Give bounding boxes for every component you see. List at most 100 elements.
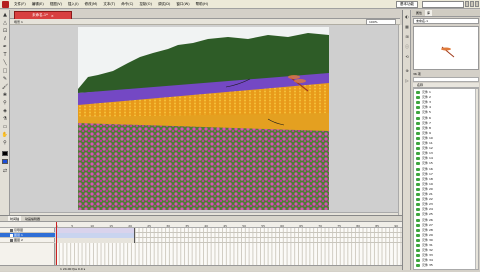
library-item[interactable]: 元件 6	[415, 116, 475, 121]
close-button[interactable]	[475, 1, 479, 7]
library-item[interactable]: 元件 34	[415, 258, 475, 263]
library-item[interactable]: 元件 24	[415, 207, 475, 212]
tab-library[interactable]: 库	[425, 10, 433, 16]
library-item[interactable]: 元件 33	[415, 253, 475, 258]
movieclip-icon	[416, 177, 420, 181]
text-icon[interactable]: T	[1, 52, 9, 59]
library-scrollbar[interactable]	[475, 89, 478, 269]
swatches-panel-icon[interactable]: ▦	[404, 24, 410, 30]
library-item[interactable]: 元件 12	[415, 146, 475, 151]
brush-icon[interactable]: 🖌	[1, 84, 9, 91]
library-item[interactable]: 元件 29	[415, 233, 475, 238]
menu-commands[interactable]: 命令(C)	[118, 2, 136, 7]
library-search-input[interactable]	[413, 77, 479, 82]
library-item[interactable]: 元件 3	[415, 100, 475, 105]
library-item[interactable]: 元件 26	[415, 218, 475, 223]
close-icon[interactable]: ×	[51, 14, 54, 18]
library-item[interactable]: 元件 32	[415, 248, 475, 253]
library-item-label: 元件 35	[422, 263, 433, 268]
library-item[interactable]: 元件 15	[415, 161, 475, 166]
flash-app-icon[interactable]	[2, 0, 9, 8]
layer-row[interactable]: 图层 2	[0, 238, 55, 243]
tab-properties[interactable]: 属性	[414, 10, 424, 16]
deco-icon[interactable]: ❀	[1, 92, 9, 99]
tab-timeline[interactable]: 时间轴	[8, 216, 22, 221]
library-item[interactable]: 元件 31	[415, 243, 475, 248]
menu-edit[interactable]: 编辑(E)	[29, 2, 47, 7]
static-frames-span[interactable]	[55, 238, 135, 243]
right-panel-dock: ◐ ▦ ⊞ ⓘ ⟲ ⊕ ▷ 属性 库 未命名-1 36 项 名称 元件 35 元件…	[402, 10, 480, 270]
library-item[interactable]: 元件 5	[415, 110, 475, 115]
bucket-icon[interactable]: ◈	[1, 108, 9, 115]
library-item[interactable]: 元件 2	[415, 95, 475, 100]
library-item[interactable]: 元件 20	[415, 187, 475, 192]
menu-modify[interactable]: 修改(M)	[82, 2, 101, 7]
components-panel-icon[interactable]: ⊕	[404, 68, 410, 74]
library-item[interactable]: 元件 7	[415, 121, 475, 126]
pencil-icon[interactable]: ✎	[1, 76, 9, 83]
info-panel-icon[interactable]: ⓘ	[404, 44, 410, 50]
stroke-color-swatch[interactable]	[2, 151, 8, 156]
rect-icon[interactable]: □	[1, 68, 9, 75]
menu-text[interactable]: 文本(T)	[100, 2, 118, 7]
library-item[interactable]: 元件 17	[415, 172, 475, 177]
library-item[interactable]: 元件 10	[415, 136, 475, 141]
library-item[interactable]: 元件 8	[415, 126, 475, 131]
playhead[interactable]	[56, 222, 57, 271]
movieclip-icon	[416, 172, 420, 176]
library-item[interactable]: 元件 21	[415, 192, 475, 197]
tab-motion-editor[interactable]: 动画编辑器	[23, 216, 42, 221]
library-item[interactable]: 元件 11	[415, 141, 475, 146]
swap-colors-icon[interactable]: ⇄	[1, 168, 9, 175]
transform-icon[interactable]: ⊡	[1, 28, 9, 35]
library-item[interactable]: 元件 25	[415, 212, 475, 217]
menu-view[interactable]: 视图(V)	[47, 2, 65, 7]
library-item[interactable]: 元件 13	[415, 151, 475, 156]
library-item[interactable]: 元件 19	[415, 182, 475, 187]
workspace-switcher[interactable]: 基本功能	[396, 1, 418, 8]
zoom-icon[interactable]: ⚲	[1, 140, 9, 147]
library-item[interactable]: 元件 14	[415, 156, 475, 161]
eyedropper-icon[interactable]: ⚗	[1, 116, 9, 123]
line-icon[interactable]: ╲	[1, 60, 9, 67]
menu-help[interactable]: 帮助(H)	[193, 2, 211, 7]
eraser-icon[interactable]: ▭	[1, 124, 9, 131]
transform-panel-icon[interactable]: ⟲	[404, 54, 410, 60]
menu-file[interactable]: 文件(F)	[11, 2, 29, 7]
menu-control[interactable]: 控制(O)	[136, 2, 155, 7]
library-item[interactable]: 元件 30	[415, 238, 475, 243]
library-item[interactable]: 元件 23	[415, 202, 475, 207]
menu-insert[interactable]: 插入(I)	[65, 2, 82, 7]
movieclip-icon	[416, 91, 420, 94]
color-panel-icon[interactable]: ◐	[404, 14, 410, 20]
library-item[interactable]: 元件 22	[415, 197, 475, 202]
menu-debug[interactable]: 调试(D)	[155, 2, 173, 7]
motion-presets-icon[interactable]: ▷	[404, 78, 410, 84]
layer-name: 引导层	[14, 228, 24, 232]
menu-window[interactable]: 窗口(W)	[173, 2, 192, 7]
library-item[interactable]: 元件 16	[415, 167, 475, 172]
bone-icon[interactable]: ⚲	[1, 100, 9, 107]
library-item[interactable]: 元件 35	[415, 263, 475, 268]
library-item[interactable]: 元件 4	[415, 105, 475, 110]
hand-icon[interactable]: ✋	[1, 132, 9, 139]
library-item[interactable]: 元件 27	[415, 223, 475, 228]
pen-icon[interactable]: ✒	[1, 44, 9, 51]
subselect-icon[interactable]: △	[1, 20, 9, 27]
library-item[interactable]: 元件 1	[415, 90, 475, 95]
library-item[interactable]: 元件 18	[415, 177, 475, 182]
help-search-input[interactable]	[422, 1, 464, 8]
align-panel-icon[interactable]: ⊞	[404, 34, 410, 40]
lasso-icon[interactable]: ℓ	[1, 36, 9, 43]
stage-canvas[interactable]	[78, 27, 329, 210]
library-document-select[interactable]: 未命名-1	[413, 18, 479, 24]
library-item[interactable]: 元件 9	[415, 131, 475, 136]
fill-color-swatch[interactable]	[2, 159, 8, 164]
maximize-button[interactable]	[470, 1, 474, 7]
arrow-icon[interactable]: ▲	[1, 12, 9, 19]
minimize-button[interactable]	[465, 1, 469, 7]
frame-row[interactable]	[55, 238, 402, 243]
library-item[interactable]: 元件 28	[415, 228, 475, 233]
movieclip-icon	[416, 213, 420, 217]
document-tab[interactable]: 未命名-1* ×	[14, 11, 72, 19]
